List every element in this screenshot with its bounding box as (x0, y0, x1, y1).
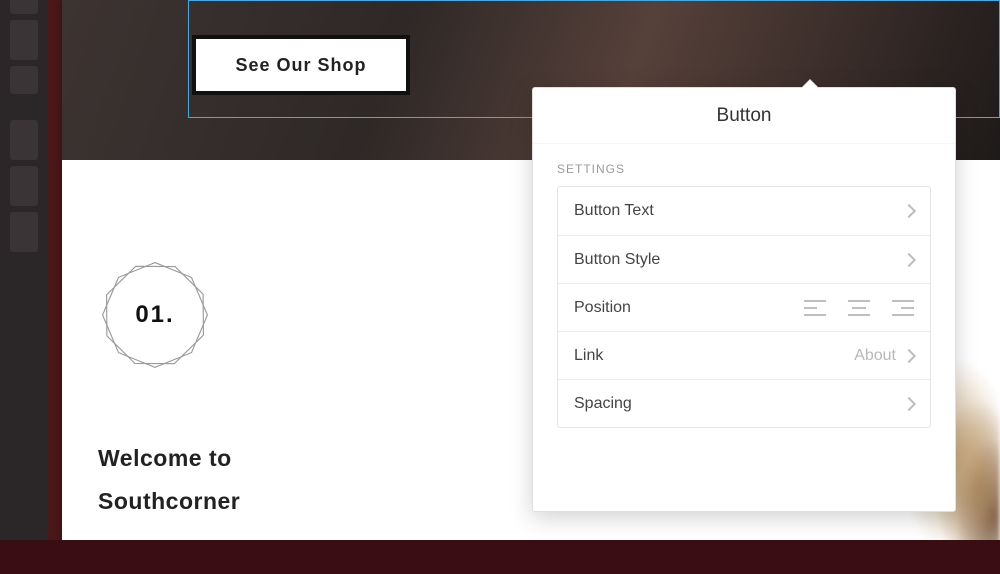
chevron-right-icon (902, 252, 916, 266)
hero-cta-label: See Our Shop (235, 55, 366, 76)
page-thumb[interactable] (10, 20, 38, 60)
align-right-icon[interactable] (892, 300, 914, 316)
setting-button-style[interactable]: Button Style (558, 235, 930, 283)
left-page-rail (0, 0, 48, 574)
chevron-right-icon (902, 396, 916, 410)
settings-section-label: SETTINGS (533, 144, 955, 186)
hero-cta-button[interactable]: See Our Shop (192, 35, 410, 95)
setting-label: Spacing (574, 395, 904, 413)
settings-list: Button Text Button Style Position Link A… (557, 186, 931, 428)
setting-button-text[interactable]: Button Text (558, 187, 930, 235)
chevron-right-icon (902, 204, 916, 218)
editor-canvas: See Our Shop 01. Welcome to Southcorner … (62, 0, 1000, 574)
button-settings-popover: Button SETTINGS Button Text Button Style… (532, 87, 956, 512)
setting-label: Link (574, 347, 854, 365)
align-left-icon[interactable] (804, 300, 826, 316)
window-bottom-strip (0, 540, 1000, 574)
page-thumb[interactable] (10, 212, 38, 252)
chevron-right-icon (902, 348, 916, 362)
alignment-group (804, 300, 914, 316)
welcome-heading: Welcome to Southcorner (98, 437, 240, 522)
setting-label: Button Style (574, 251, 904, 269)
section-badge: 01. (98, 258, 212, 372)
popover-title: Button (533, 88, 955, 144)
welcome-line-1: Welcome to (98, 437, 240, 480)
section-number: 01. (98, 258, 212, 372)
page-thumb[interactable] (10, 120, 38, 160)
setting-link[interactable]: Link About (558, 331, 930, 379)
welcome-line-2: Southcorner (98, 480, 240, 523)
page-thumb[interactable] (10, 166, 38, 206)
align-center-icon[interactable] (848, 300, 870, 316)
setting-position: Position (558, 283, 930, 331)
page-thumb[interactable] (10, 0, 38, 14)
page-thumb[interactable] (10, 66, 38, 94)
setting-label: Button Text (574, 202, 904, 220)
setting-spacing[interactable]: Spacing (558, 379, 930, 427)
setting-link-value: About (854, 347, 896, 365)
setting-label: Position (574, 299, 804, 317)
